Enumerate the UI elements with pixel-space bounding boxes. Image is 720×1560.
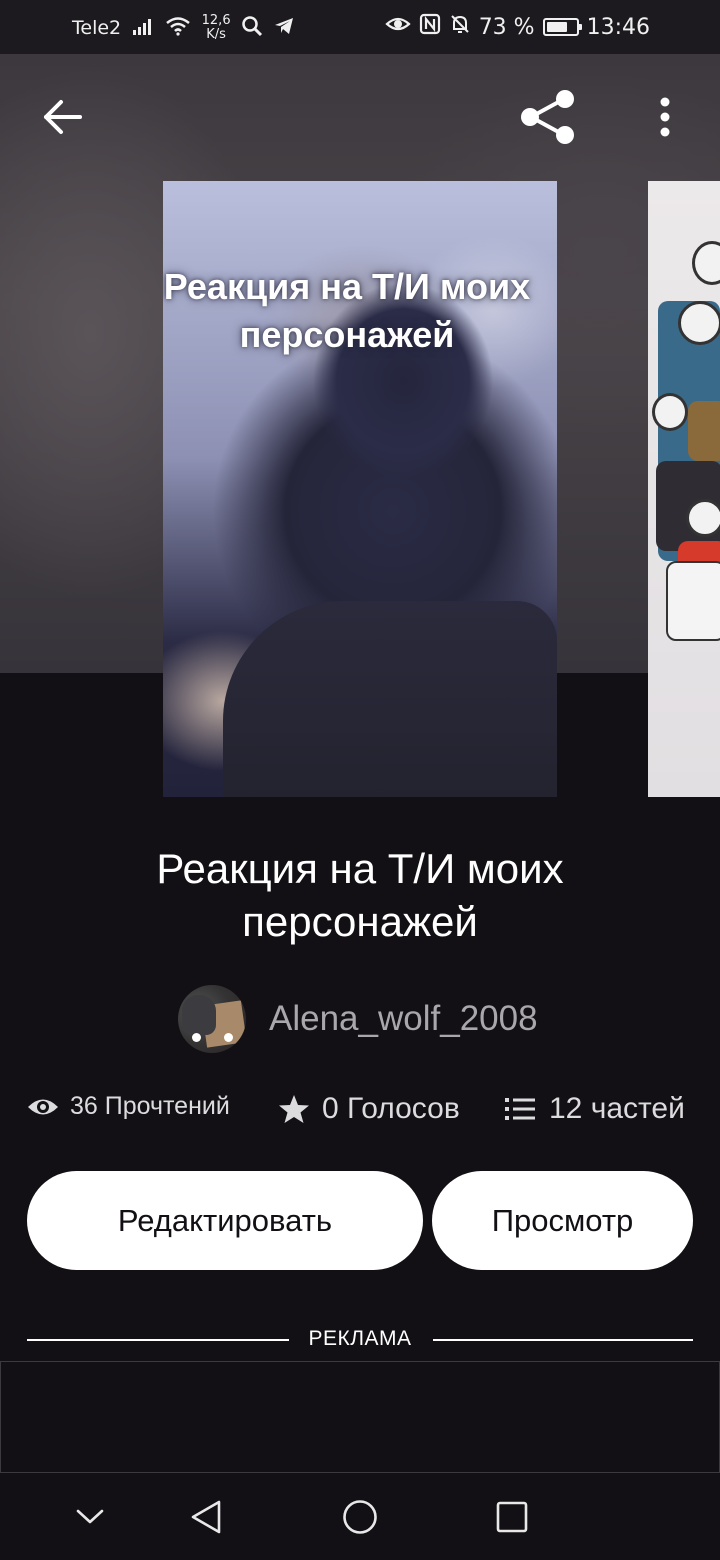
story-details-screen: Tele2 12,6 K/s 73 % 13:46 Реакция на Т/И… bbox=[0, 0, 720, 1560]
view-button-label: Просмотр bbox=[491, 1202, 634, 1238]
star-icon bbox=[279, 1095, 309, 1123]
parts-count: 12 частей bbox=[549, 1092, 685, 1125]
nav-collapse-button[interactable] bbox=[60, 1487, 120, 1547]
chevron-down-icon bbox=[76, 1509, 104, 1524]
clock: 13:46 bbox=[586, 14, 650, 40]
cover-art-skull bbox=[678, 301, 720, 345]
share-icon bbox=[521, 90, 574, 144]
cover-art-skull bbox=[652, 393, 688, 431]
status-right: 73 % 13:46 bbox=[385, 13, 650, 41]
reads-stat: 36 Прочтений bbox=[27, 1092, 230, 1121]
author-name[interactable]: Alena_wolf_2008 bbox=[269, 999, 538, 1039]
reads-count: 36 Прочтений bbox=[70, 1092, 230, 1120]
wifi-icon bbox=[165, 16, 191, 40]
bell-off-icon bbox=[449, 13, 471, 41]
arrow-left-icon bbox=[44, 100, 82, 134]
battery-fill bbox=[546, 22, 567, 32]
next-story-cover[interactable] bbox=[648, 181, 720, 797]
square-recent-icon bbox=[496, 1501, 528, 1533]
votes-stat: 0 Голосов bbox=[278, 1092, 460, 1126]
nfc-icon bbox=[419, 13, 441, 41]
circle-home-icon bbox=[343, 1500, 377, 1534]
status-left: Tele2 12,6 K/s bbox=[72, 14, 295, 42]
story-title: Реакция на Т/И моих персонажей bbox=[40, 842, 680, 948]
back-button[interactable] bbox=[33, 87, 93, 147]
cover-art-shirt bbox=[223, 601, 557, 797]
eye-icon bbox=[28, 1099, 58, 1114]
nav-home-button[interactable] bbox=[330, 1487, 390, 1547]
ad-label: РЕКЛАМА bbox=[308, 1327, 412, 1350]
cover-art-skull bbox=[686, 499, 720, 537]
ad-container[interactable] bbox=[0, 1361, 720, 1473]
network-speed: 12,6 K/s bbox=[201, 14, 231, 42]
more-options-button[interactable] bbox=[635, 87, 695, 147]
triangle-back-icon bbox=[191, 1500, 221, 1534]
network-speed-value: 12,6 bbox=[201, 13, 231, 28]
nav-recent-button[interactable] bbox=[482, 1487, 542, 1547]
network-speed-unit: K/s bbox=[206, 27, 226, 42]
view-button[interactable]: Просмотр bbox=[432, 1171, 693, 1270]
edit-button-label: Редактировать bbox=[117, 1202, 333, 1238]
avatar-art-head bbox=[182, 995, 216, 1035]
parts-stat: 12 частей bbox=[504, 1092, 685, 1126]
story-stats: 36 Прочтений 0 Голосов 12 частей bbox=[0, 1092, 720, 1142]
battery-percent: 73 % bbox=[478, 14, 535, 40]
list-icon bbox=[505, 1098, 535, 1120]
votes-count: 0 Голосов bbox=[322, 1092, 460, 1125]
cover-art-figure bbox=[666, 561, 720, 641]
more-vertical-icon bbox=[660, 97, 670, 137]
cover-title: Реакция на Т/И моих персонажей bbox=[163, 263, 557, 359]
author-avatar[interactable] bbox=[178, 985, 246, 1053]
status-bar: Tele2 12,6 K/s 73 % 13:46 bbox=[0, 0, 720, 54]
signal-icon bbox=[131, 16, 155, 40]
battery-icon bbox=[542, 18, 582, 36]
avatar-art-eye bbox=[192, 1033, 201, 1042]
story-title-text: Реакция на Т/И моих персонажей bbox=[156, 845, 564, 945]
telegram-icon bbox=[273, 15, 295, 41]
avatar-art-eye bbox=[224, 1033, 233, 1042]
system-nav-bar bbox=[0, 1473, 720, 1560]
nav-back-button[interactable] bbox=[176, 1487, 236, 1547]
cover-title-text: Реакция на Т/И моих персонажей bbox=[163, 266, 531, 355]
cover-art-figure bbox=[688, 401, 720, 461]
story-cover[interactable]: Реакция на Т/И моих персонажей bbox=[163, 181, 557, 797]
eye-comfort-icon bbox=[385, 14, 411, 40]
cover-art-skull bbox=[692, 241, 720, 285]
edit-button[interactable]: Редактировать bbox=[27, 1171, 423, 1270]
share-button[interactable] bbox=[518, 87, 578, 147]
search-icon bbox=[241, 15, 263, 41]
carrier-name: Tele2 bbox=[72, 17, 122, 39]
ad-divider: РЕКЛАМА bbox=[27, 1326, 693, 1356]
author-row[interactable]: Alena_wolf_2008 bbox=[178, 985, 538, 1053]
